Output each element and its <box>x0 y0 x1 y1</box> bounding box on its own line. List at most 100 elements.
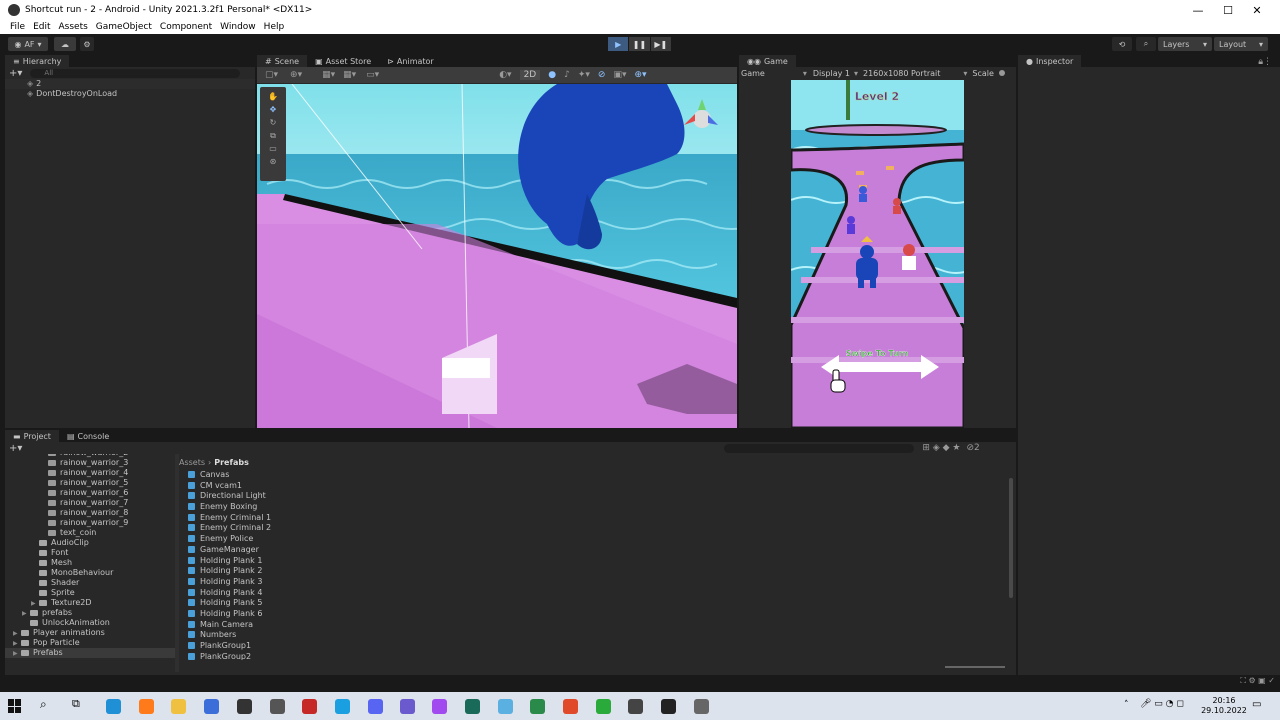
menu-file[interactable]: File <box>10 22 25 32</box>
asset-item[interactable]: Directional Light <box>188 491 1008 502</box>
tree-item[interactable]: rainow_warrior_8 <box>5 508 175 518</box>
gizmo-icon[interactable]: ⊕▾ <box>290 70 302 80</box>
tree-item[interactable]: ▶ Player animations <box>5 628 175 638</box>
tray-expand-icon[interactable]: ˄ <box>1124 700 1129 710</box>
tree-item[interactable]: rainow_warrior_9 <box>5 518 175 528</box>
scene-viewport[interactable] <box>257 84 737 428</box>
notification-icon[interactable]: ▭ <box>1252 699 1261 710</box>
tree-item[interactable]: rainow_warrior_5 <box>5 478 175 488</box>
scale-slider[interactable] <box>998 70 1005 76</box>
tab-inspector[interactable]: ● Inspector <box>1018 55 1082 67</box>
asset-item[interactable]: Enemy Criminal 2 <box>188 523 1008 534</box>
asset-item[interactable]: PlankGroup2 <box>188 652 1008 660</box>
tab-hierarchy[interactable]: ≡ Hierarchy <box>5 55 70 67</box>
rotate-tool-icon[interactable]: ↻ <box>260 116 286 129</box>
app-icon[interactable] <box>498 699 513 714</box>
tree-item[interactable]: UnlockAnimation <box>5 618 175 628</box>
messenger-icon[interactable] <box>432 699 447 714</box>
asset-item[interactable]: Holding Plank 2 <box>188 566 1008 577</box>
tree-item[interactable]: ▶ prefabs <box>5 608 175 618</box>
play-button[interactable]: ▶ <box>608 37 629 51</box>
pause-button[interactable]: ❚❚ <box>629 37 650 51</box>
tree-item[interactable]: rainow_warrior_3 <box>5 458 175 468</box>
lighting-icon[interactable]: ● <box>548 70 556 80</box>
cloud-icon[interactable]: ☁ <box>54 37 76 51</box>
camera-icon[interactable]: ▣▾ <box>613 70 626 80</box>
tree-item[interactable]: Shader <box>5 578 175 588</box>
hand-tool-icon[interactable]: ✋ <box>260 90 286 103</box>
app-icon[interactable] <box>270 699 285 714</box>
breadcrumb-prefabs[interactable]: Prefabs <box>214 458 249 467</box>
asset-item[interactable]: Holding Plank 5 <box>188 598 1008 609</box>
expand-arrow-icon[interactable]: ▶ <box>13 649 21 659</box>
draw-mode-icon[interactable]: ▢▾ <box>265 70 278 80</box>
tree-scrollbar[interactable] <box>175 454 179 672</box>
rect-tool-icon[interactable]: ▭ <box>260 142 286 155</box>
asset-item[interactable]: Numbers <box>188 630 1008 641</box>
asset-item[interactable]: CM vcam1 <box>188 481 1008 492</box>
tree-item[interactable]: rainow_warrior_4 <box>5 468 175 478</box>
menu-component[interactable]: Component <box>160 22 212 32</box>
asset-item[interactable]: GameManager <box>188 545 1008 556</box>
app-icon[interactable] <box>400 699 415 714</box>
tree-item[interactable]: Sprite <box>5 588 175 598</box>
hidden-count-icon[interactable]: ⊘2 <box>966 443 979 453</box>
audio-icon[interactable]: ♪ <box>564 70 570 80</box>
app-icon[interactable] <box>465 699 480 714</box>
asset-item[interactable]: Enemy Police <box>188 534 1008 545</box>
snap-icon[interactable]: ▦▾ <box>343 70 356 80</box>
tree-item[interactable]: AudioClip <box>5 538 175 548</box>
tree-item[interactable]: rainow_warrior_7 <box>5 498 175 508</box>
asset-scrollbar[interactable] <box>1009 478 1013 598</box>
asset-item[interactable]: Main Camera <box>188 620 1008 631</box>
file-explorer-icon[interactable] <box>171 699 186 714</box>
add-icon[interactable]: +▾ <box>9 443 22 454</box>
menu-window[interactable]: Window <box>220 22 256 32</box>
tray-icons[interactable]: 🎤︎ ▭ ◔ ◻ <box>1140 699 1184 709</box>
display-dropdown[interactable]: Display 1 <box>813 69 850 78</box>
menu-gameobject[interactable]: GameObject <box>96 22 152 32</box>
tab-game[interactable]: ◉◉ Game <box>739 55 796 67</box>
hidden-icon[interactable]: ⊘ <box>598 70 606 80</box>
app-icon[interactable] <box>596 699 611 714</box>
layout-dropdown[interactable]: Layout ▾ <box>1214 37 1268 51</box>
tree-item[interactable]: text_coin <box>5 528 175 538</box>
search-icon[interactable]: ⌕ <box>40 697 47 712</box>
asset-item[interactable]: Enemy Criminal 1 <box>188 513 1008 524</box>
acrobat-icon[interactable] <box>302 699 317 714</box>
account-button[interactable]: ◉ AF ▾ <box>8 37 48 51</box>
history-icon[interactable]: ⟲ <box>1112 37 1132 51</box>
close-button[interactable]: ✕ <box>1241 0 1273 20</box>
asset-item[interactable]: Holding Plank 3 <box>188 577 1008 588</box>
hierarchy-item-scene[interactable]: ◈ 2 <box>5 79 255 89</box>
grid-icon[interactable]: ▦▾ <box>322 70 335 80</box>
windows-start-icon[interactable] <box>8 699 22 713</box>
discord-icon[interactable] <box>368 699 383 714</box>
tree-item[interactable]: ▶ Pop Particle <box>5 638 175 648</box>
app-icon[interactable] <box>563 699 578 714</box>
game-mode-dropdown[interactable]: Game <box>741 69 765 78</box>
breadcrumb-assets[interactable]: Assets <box>179 458 205 467</box>
step-button[interactable]: ▶❚ <box>650 37 671 51</box>
increment-icon[interactable]: ▭▾ <box>366 70 379 80</box>
asset-item[interactable]: Canvas <box>188 470 1008 481</box>
resolution-dropdown[interactable]: 2160x1080 Portrait <box>863 69 940 78</box>
collab-icon[interactable]: ⚙ <box>80 37 94 51</box>
skype-icon[interactable] <box>335 699 350 714</box>
status-icon[interactable]: ⛶ ⚙ ▣ ✓ <box>1240 676 1275 685</box>
clock[interactable]: 20:16 29.10.2022 <box>1196 696 1252 716</box>
asset-item[interactable]: PlankGroup1 <box>188 641 1008 652</box>
move-tool-icon[interactable]: ✥ <box>260 103 286 116</box>
tree-item[interactable]: ▶ Prefabs <box>5 648 175 658</box>
transform-tool-icon[interactable]: ⊛ <box>260 155 286 168</box>
maximize-button[interactable]: ☐ <box>1212 0 1244 20</box>
add-icon[interactable]: +▾ <box>9 68 22 79</box>
asset-item[interactable]: Holding Plank 4 <box>188 588 1008 599</box>
project-search-input[interactable] <box>724 443 915 453</box>
tree-item[interactable]: rainow_warrior_6 <box>5 488 175 498</box>
tab-console[interactable]: ▤ Console <box>58 430 118 442</box>
tab-project[interactable]: ▬ Project <box>5 430 59 442</box>
asset-item[interactable]: Enemy Boxing <box>188 502 1008 513</box>
unity-icon[interactable] <box>661 699 676 714</box>
task-view-icon[interactable]: ⧉ <box>72 697 80 711</box>
